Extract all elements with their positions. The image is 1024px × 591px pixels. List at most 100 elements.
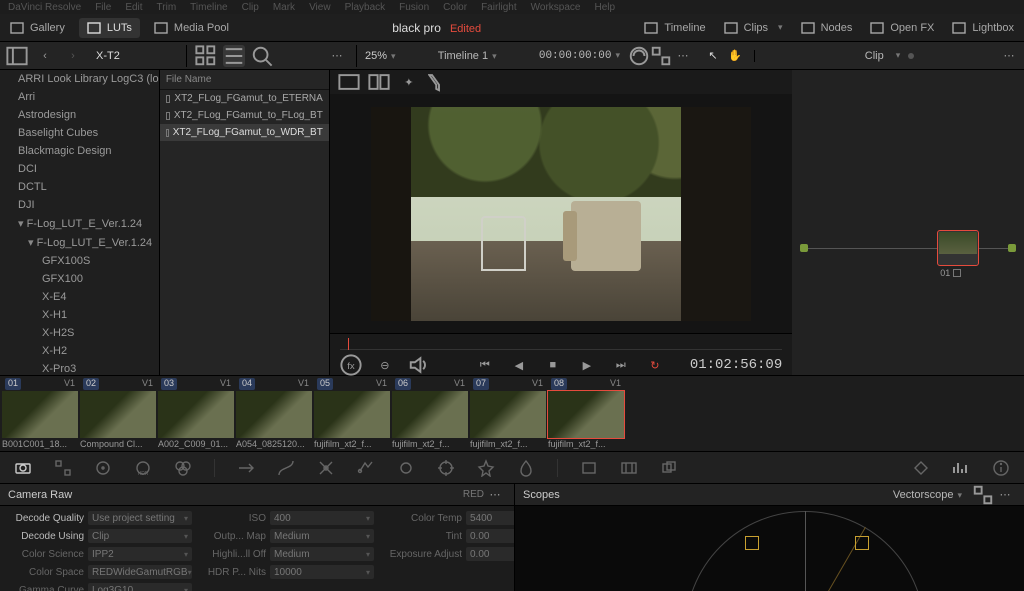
windows-icon[interactable] [397,459,415,477]
sidebar-toggle-icon[interactable] [6,45,28,67]
panel-menu-icon[interactable]: ⋯ [326,45,348,67]
lightbox-button[interactable]: Lightbox [952,21,1014,35]
menu-clip[interactable]: Clip [242,2,259,13]
menu-fairlight[interactable]: Fairlight [481,2,517,13]
expand-icon[interactable] [650,45,672,67]
playhead[interactable] [348,338,349,350]
raw-field[interactable]: Use project setting▾ [88,511,192,525]
clip-thumb[interactable]: 03V1A002_C009_01... [158,378,234,449]
tree-item[interactable]: X-H2 [0,342,159,360]
warper-icon[interactable] [317,459,335,477]
menu-davinciresolve[interactable]: DaVinci Resolve [8,2,81,13]
tree-item[interactable]: DCI [0,160,159,178]
nav-back-icon[interactable]: ‹ [34,45,56,67]
raw-field[interactable]: Medium▾ [270,547,374,561]
clip-thumb[interactable]: 04V1A054_0825120... [236,378,312,449]
nav-fwd-icon[interactable]: › [62,45,84,67]
raw-field[interactable]: 400▾ [270,511,374,525]
mediapool-button[interactable]: Media Pool [154,21,229,35]
file-row[interactable]: XT2_FLog_FGamut_to_ETERNA [160,90,329,107]
raw-field[interactable]: 10000▾ [270,565,374,579]
menu-timeline[interactable]: Timeline [190,2,227,13]
node-editor[interactable]: 01 [792,70,1024,375]
menu-mark[interactable]: Mark [273,2,295,13]
vectorscope[interactable] [515,506,1024,591]
qualifier-viewer-icon[interactable] [428,71,450,93]
viewer-tc-in[interactable]: 00:00:00:00 [539,50,612,62]
prev-frame-icon[interactable]: ◀ [508,354,530,376]
menu-view[interactable]: View [309,2,331,13]
node-mode[interactable]: Clip [865,50,884,62]
qualifier-icon[interactable] [357,459,375,477]
tree-item[interactable]: F-Log_LUT_E_Ver.1.24 [0,214,159,233]
file-row[interactable]: XT2_FLog_FGamut_to_WDR_BT [160,124,329,141]
luts-button[interactable]: LUTs [79,18,140,38]
tree-item[interactable]: X-H2S [0,324,159,342]
node-menu-icon[interactable]: ⋯ [998,45,1020,67]
image-wipe-icon[interactable] [338,71,360,93]
view-grid-icon[interactable] [195,45,217,67]
tree-item[interactable]: GFX100 [0,270,159,288]
tree-item[interactable]: Arri [0,88,159,106]
loop-playback-icon[interactable]: ↻ [644,354,666,376]
menu-trim[interactable]: Trim [157,2,177,13]
menu-fusion[interactable]: Fusion [399,2,429,13]
menu-workspace[interactable]: Workspace [531,2,581,13]
rgb-mixer-icon[interactable] [174,459,192,477]
tree-item[interactable]: DJI [0,196,159,214]
highlight-icon[interactable]: ✦ [398,71,420,93]
stop-icon[interactable]: ■ [542,354,564,376]
openfx-button[interactable]: Open FX [870,21,934,35]
file-row[interactable]: XT2_FLog_FGamut_to_FLog_BT [160,107,329,124]
mute-icon[interactable] [408,354,430,376]
scrubber[interactable] [340,338,782,350]
clip-thumb[interactable]: 02V1Compound Cl... [80,378,156,449]
tracking-icon[interactable] [437,459,455,477]
menu-color[interactable]: Color [443,2,467,13]
hdr-icon[interactable]: HDR [134,459,152,477]
raw-field[interactable]: Clip▾ [88,529,192,543]
tree-item[interactable]: F-Log_LUT_E_Ver.1.24 [0,233,159,252]
menu-file[interactable]: File [95,2,111,13]
split-icon[interactable] [368,71,390,93]
raw-field[interactable]: Medium▾ [270,529,374,543]
next-frame-icon[interactable]: ⏭ [610,354,632,376]
tree-item[interactable]: X-Pro3 [0,360,159,375]
info-icon[interactable] [992,459,1010,477]
camera-raw-tool-icon[interactable] [14,459,32,477]
scopes-icon[interactable] [952,459,970,477]
scope-menu-icon[interactable]: ⋯ [994,484,1016,506]
timecode[interactable]: 01:02:56:09 [690,357,782,373]
keyframes-icon[interactable] [912,459,930,477]
raw-field[interactable]: IPP2▾ [88,547,192,561]
bypass-icon[interactable] [628,45,650,67]
view-list-icon[interactable] [223,45,245,67]
node-input[interactable] [800,244,808,252]
clip-thumb[interactable]: 01V1B001C001_18... [2,378,78,449]
timeline-button[interactable]: Timeline [644,21,705,35]
search-icon[interactable] [251,45,273,67]
file-list[interactable]: File Name XT2_FLog_FGamut_to_ETERNAXT2_F… [160,70,330,375]
viewer-menu-icon[interactable]: ⋯ [672,45,694,67]
3d-icon[interactable] [660,459,678,477]
tree-item[interactable]: Blackmagic Design [0,142,159,160]
gallery-button[interactable]: Gallery [10,21,65,35]
fx-bypass-icon[interactable]: fx [340,354,362,376]
scope-opts-icon[interactable] [972,484,994,506]
clip-thumb[interactable]: 07V1fujifilm_xt2_f... [470,378,546,449]
breadcrumb[interactable]: X-T2 [90,48,126,64]
play-icon[interactable]: ▶ [576,354,598,376]
curves-icon[interactable] [277,459,295,477]
motion-icon[interactable] [237,459,255,477]
hand-icon[interactable]: ✋ [724,45,746,67]
tree-item[interactable]: DCTL [0,178,159,196]
zoom-dropdown[interactable]: 25%▾ [365,50,396,62]
menu-edit[interactable]: Edit [125,2,142,13]
nodes-button[interactable]: Nodes [801,21,853,35]
first-frame-icon[interactable]: ⏮ [474,354,496,376]
raw-menu-icon[interactable]: ⋯ [484,484,506,506]
tree-item[interactable]: GFX100S [0,252,159,270]
sizing-icon[interactable] [620,459,638,477]
tree-item[interactable]: X-H1 [0,306,159,324]
clip-thumb[interactable]: 08V1fujifilm_xt2_f... [548,378,624,449]
